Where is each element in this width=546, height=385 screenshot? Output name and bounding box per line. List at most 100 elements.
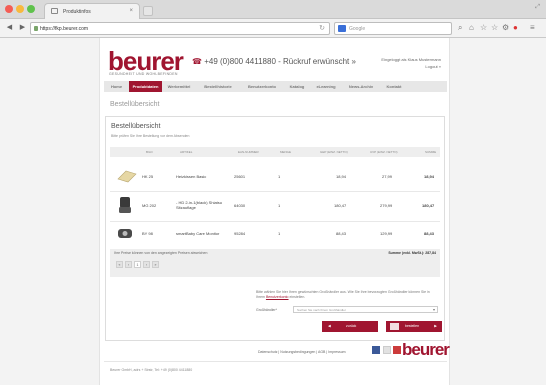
first-page-button[interactable]: « [116,261,123,268]
main-nav: Home Produktdaten Werbemittel Bestellhis… [104,81,447,92]
nav-elearning[interactable]: eLearning [310,81,342,92]
back-arrow-icon[interactable]: ◀ [4,23,15,33]
search-input[interactable]: Google [334,22,452,35]
cell-gep: 18,94 [336,174,347,179]
cell-summe: 180,47 [422,203,435,208]
back-label: zurück [346,324,357,328]
account-link[interactable]: Benutzerkonto [266,295,289,299]
footer-divider [104,361,447,362]
cell-artikel: MG 202 [142,203,157,208]
lock-icon [34,26,38,31]
order-button[interactable]: bestellen ▶ [386,321,442,332]
panel-title: Bestellübersicht [111,123,161,130]
beurer-logo[interactable]: beurer [108,48,184,74]
column-header: EAN-NUMMER [238,150,259,154]
tab-bar: Produktinfos × ⤢ [0,0,546,19]
cell-uvp: 27,99 [382,174,393,179]
login-info: Eingeloggt als Klaus Mustermann Logout » [381,56,441,70]
google-plus-icon[interactable] [383,346,391,354]
nav-home[interactable]: Home [104,81,129,92]
tab-close-icon[interactable]: × [129,8,133,14]
page-icon [51,8,58,14]
next-page-button[interactable]: › [143,261,150,268]
column-header: ARTIKEL [180,150,193,154]
table-header: BILD ARTIKEL EAN-NUMMER MENGE GEP (EINZ.… [110,147,440,157]
column-header: BILD [146,150,153,154]
search-icon[interactable]: ⌕ [458,23,462,33]
tagline: GESUNDHEIT UND WOHLBEFINDEN [109,72,178,76]
row-divider [110,191,440,192]
browser-toolbar: ◀ ▶ https://fkp.beurer.com ↻ Google ⌕ ⌂ … [0,19,546,38]
nav-benutzerkonto[interactable]: Benutzerkonto [240,81,284,92]
search-placeholder: Google [349,26,366,32]
youtube-icon[interactable] [393,346,401,354]
cell-ean: 25601 [234,174,246,179]
cell-ean: 64030 [234,203,246,208]
column-header: UVP (EINZ. NETTO) [370,150,398,154]
settings-icon[interactable]: ⚙ [502,23,509,33]
dealer-hint: Bitte wählen Sie hier Ihren gewünschten … [256,290,436,300]
reload-icon[interactable]: ↻ [319,24,325,32]
prev-page-button[interactable]: ‹ [125,261,132,268]
bookmark-star-icon[interactable]: ☆ [480,23,487,33]
cart-icon [390,323,399,330]
close-window-button[interactable] [5,5,13,13]
url-bar[interactable]: https://fkp.beurer.com ↻ [30,22,330,35]
menu-icon[interactable]: ≡ [530,23,535,33]
nav-news-archiv[interactable]: News-Archiv [342,81,380,92]
cell-menge: 1 [278,231,281,236]
column-header: SUMME [425,150,437,154]
row-divider [110,221,440,222]
tab-produktinfos[interactable]: Produktinfos × [44,3,140,19]
page-title: Bestellübersicht [110,101,160,108]
footer-links[interactable]: Datenschutz | Nutzungsbedingungen | AGB … [258,350,346,354]
cell-summe: 88,43 [424,231,435,236]
footer-beurer-logo[interactable]: beurer [402,341,450,358]
fullscreen-icon[interactable]: ⤢ [535,4,540,11]
cell-uvp: 279,99 [380,203,393,208]
chevron-down-icon: ▾ [432,307,435,312]
new-tab-button[interactable] [143,6,153,16]
home-icon[interactable]: ⌂ [469,23,474,33]
cell-gep: 180,47 [334,203,347,208]
nav-katalog[interactable]: Katalog [284,81,310,92]
web-page: beurer GESUNDHEIT UND WOHLBEFINDEN ☎ +49… [99,38,450,385]
cell-uvp: 129,99 [380,231,393,236]
cell-menge: 1 [278,174,281,179]
bookmarks-icon[interactable]: ☆ [491,23,498,33]
phone-icon: ☎ [192,57,202,66]
arrow-right-icon: ▶ [434,324,437,328]
price-note: Ihre Preise können von den angezeigten P… [114,251,208,255]
order-total: Summe (exkl. MwSt.): 287,84 [388,251,436,255]
nav-produktdaten[interactable]: Produktdaten [129,81,162,92]
phone-text: +49 (0)800 4411880 - Rückruf erwünscht » [204,57,356,66]
dealer-select[interactable]: Suchen Sie nach Ihrem Großhändler ▾ [293,306,438,313]
order-summary-panel: Bestellübersicht Bitte prüfen Sie Ihre B… [105,116,445,341]
minimize-window-button[interactable] [16,5,24,13]
last-page-button[interactable]: » [152,261,159,268]
logged-in-as: Eingeloggt als Klaus Mustermann [381,57,441,62]
forward-arrow-icon[interactable]: ▶ [17,23,28,33]
column-header: GEP (EINZ. NETTO) [320,150,348,154]
cell-ean: 95284 [234,231,246,236]
facebook-icon[interactable] [372,346,380,354]
nav-kontakt[interactable]: Kontakt [380,81,408,92]
logout-link[interactable]: Logout » [381,63,441,70]
back-button[interactable]: ◀ zurück [322,321,378,332]
cell-artikel: BY 98 [142,231,153,236]
column-header: MENGE [280,150,292,154]
google-icon [338,25,346,32]
addon-icon[interactable]: ● [513,23,518,33]
cell-menge: 1 [278,203,281,208]
massage-seat-icon [119,197,131,213]
page-1-button[interactable]: 1 [134,261,141,268]
callback-link[interactable]: ☎ +49 (0)800 4411880 - Rückruf erwünscht… [192,57,356,66]
cell-bezeichnung: - HD 2-in-1(black) Shiatsu Sitzauflage [176,200,223,210]
nav-bestellhistorie[interactable]: Bestellhistorie [196,81,240,92]
panel-subtitle: Bitte prüfen Sie Ihre Bestellung vor dem… [111,134,190,138]
zoom-window-button[interactable] [27,5,35,13]
order-label: bestellen [405,324,420,328]
nav-werbemittel[interactable]: Werbemittel [162,81,196,92]
dealer-label: Großhändler* [256,308,278,312]
heating-pad-icon [117,170,137,183]
